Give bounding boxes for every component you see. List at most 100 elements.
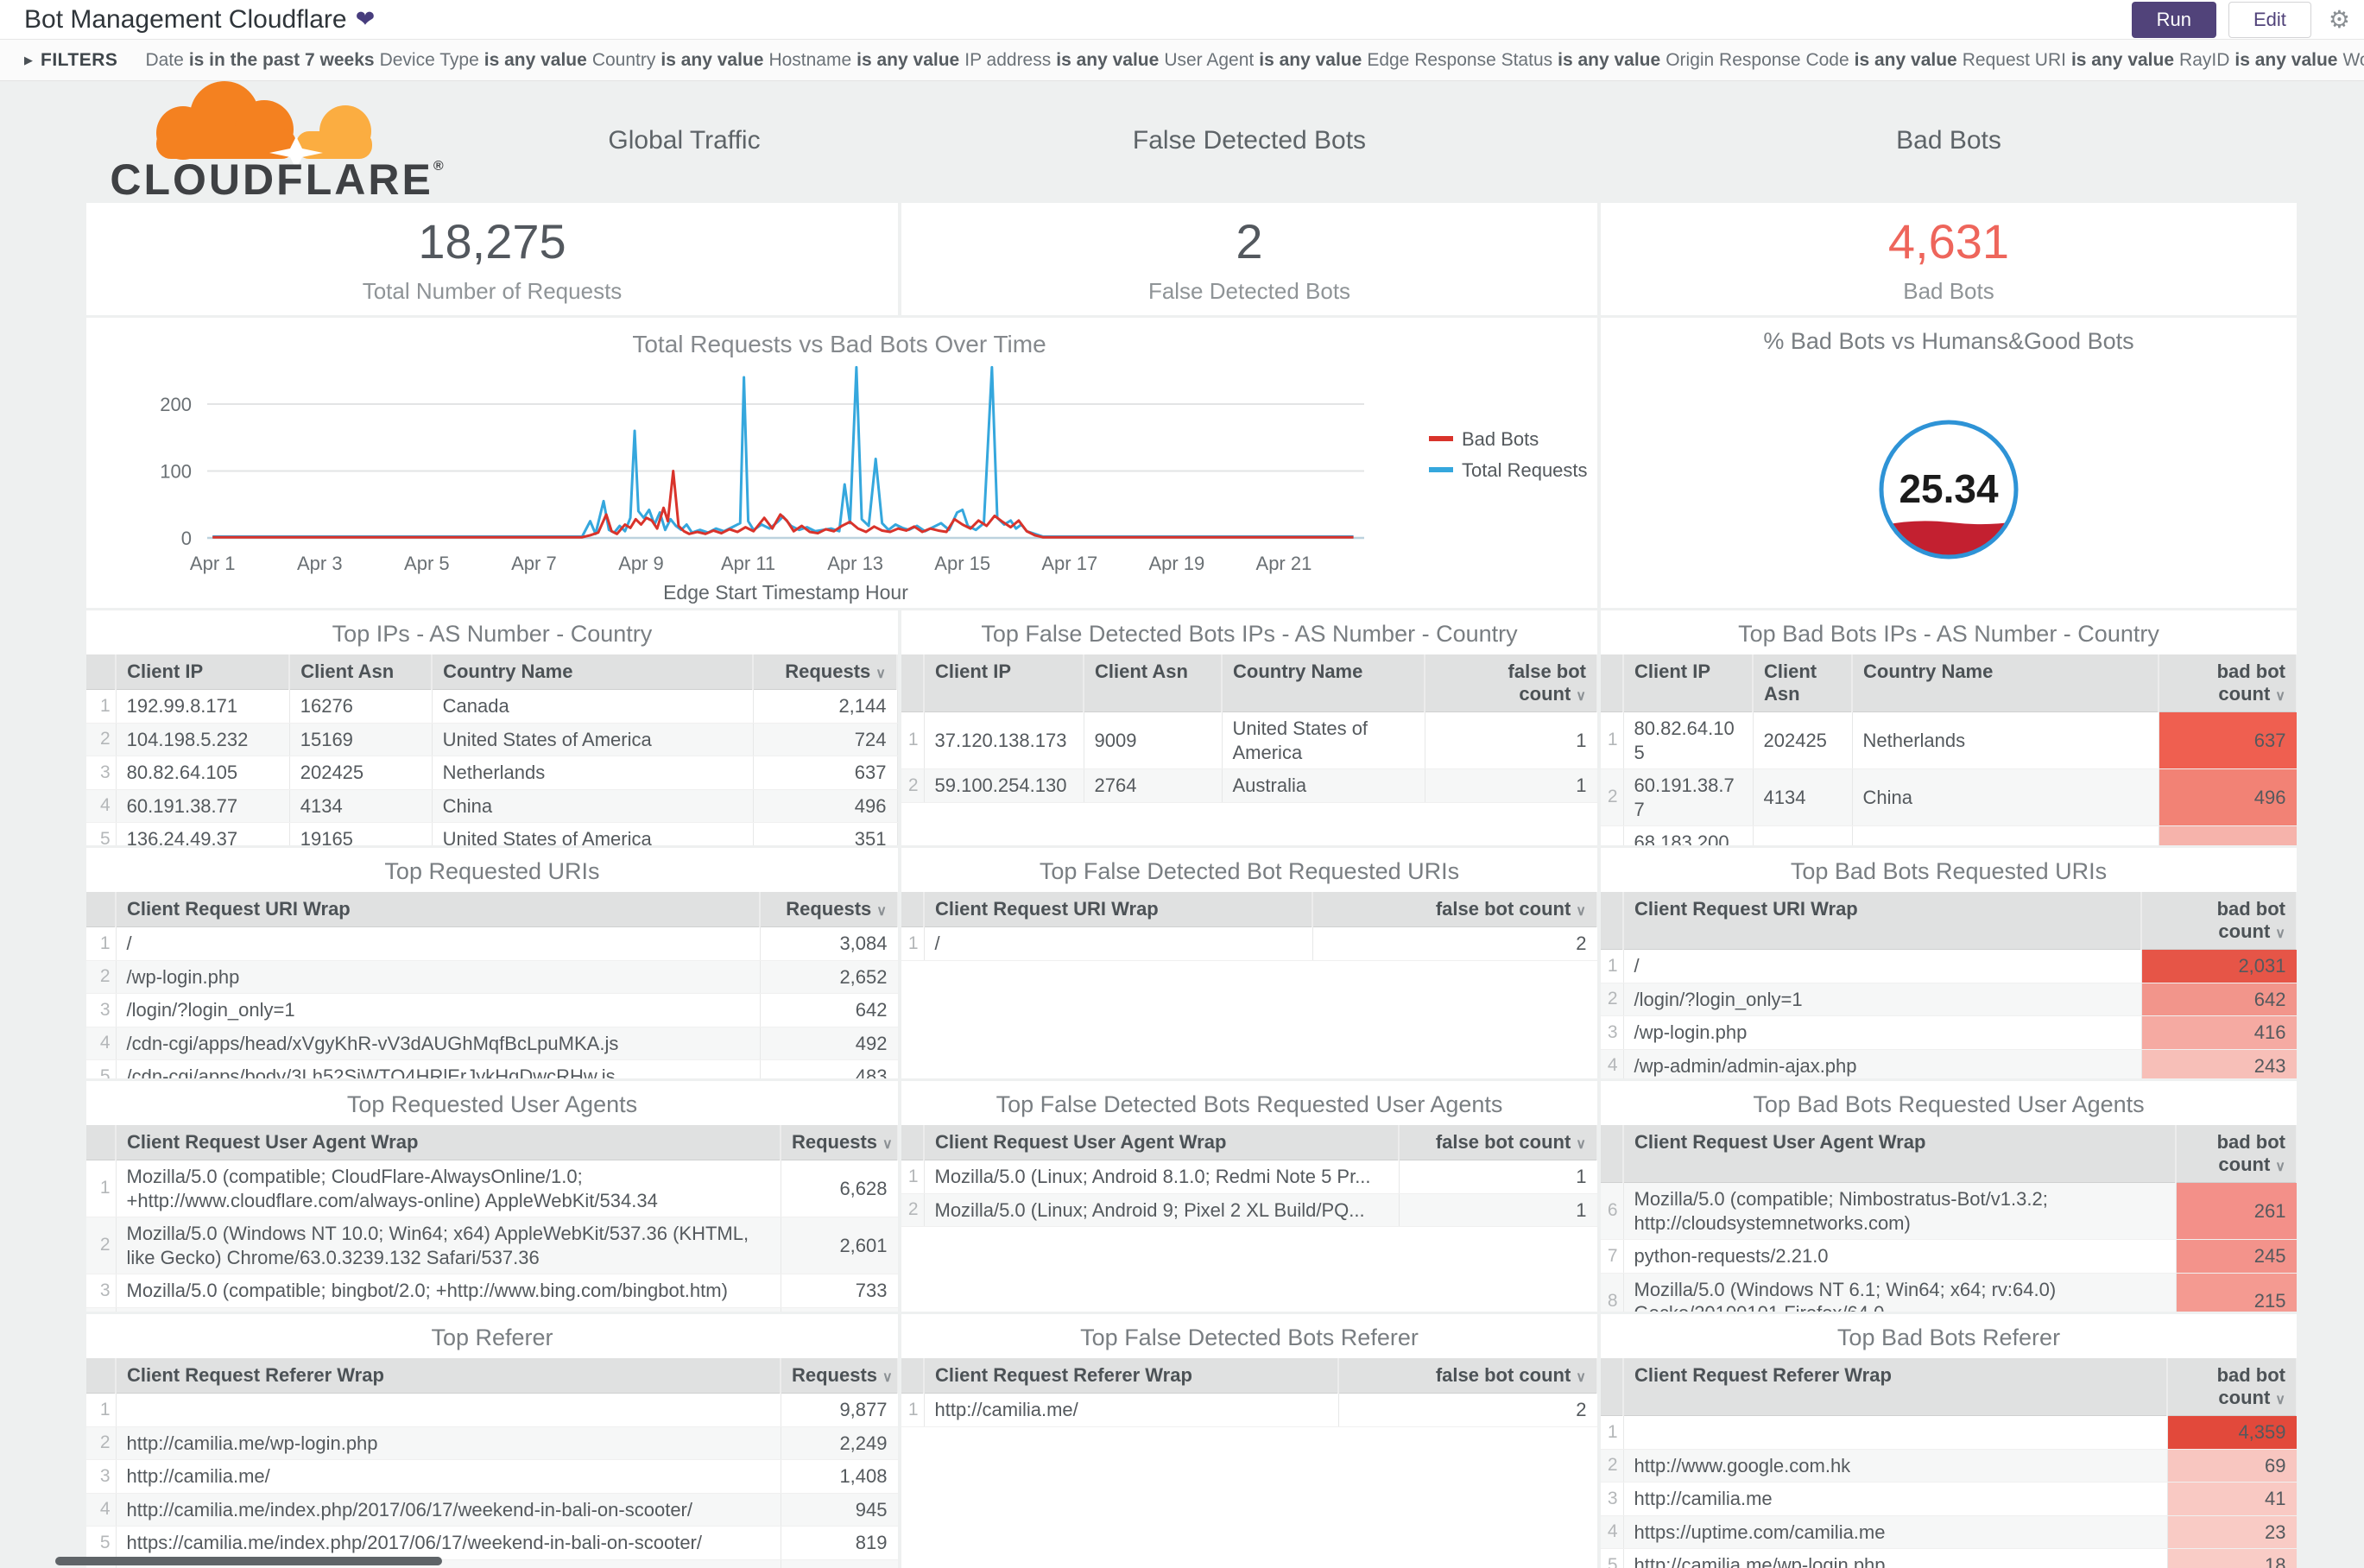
column-header-client-request-uri-wrap[interactable]: Client Request URI Wrap	[924, 892, 1313, 927]
table-row[interactable]: 368.183.200.16714061Canada237	[1601, 825, 2297, 845]
row-index: 2	[901, 768, 925, 803]
column-header-client-request-user-agent-wrap[interactable]: Client Request User Agent Wrap	[924, 1125, 1400, 1160]
filter-item-rayid[interactable]: RayID is any value	[2179, 50, 2337, 70]
edit-button[interactable]: Edit	[2228, 1, 2311, 38]
row-index-header	[86, 1125, 117, 1160]
dimension-cell: 4134	[1753, 768, 1853, 826]
column-header-client-ip[interactable]: Client IP	[1623, 654, 1754, 712]
table-row[interactable]: 1 37.120.138.173 9009 United States of Amer…	[901, 711, 1597, 769]
table-row[interactable]: 5 http://camilia.me/wp-login.php 18	[1601, 1548, 2297, 1568]
filter-item-date[interactable]: Date is in the past 7 weeks	[145, 50, 374, 70]
column-header-false-bot-count[interactable]: false bot count ∨	[1312, 892, 1597, 927]
column-header-false-bot-count[interactable]: false bot count ∨	[1425, 654, 1597, 712]
column-header-client-request-referer-wrap[interactable]: Client Request Referer Wrap	[1623, 1358, 2168, 1416]
dimension-cell: 59.100.254.130	[924, 768, 1084, 803]
dimension-cell: /cdn-cgi/apps/head/xVgyKhR-vV3dAUGhMqfBc…	[116, 1027, 761, 1060]
column-header-client-ip[interactable]: Client IP	[116, 654, 291, 690]
table-row[interactable]: 4 http://camilia.me/index.php/2017/06/17/…	[86, 1493, 898, 1527]
filter-item-worker-subrequest[interactable]: Worker Subrequestis...	[2342, 50, 2364, 70]
table-row[interactable]: 1 192.99.8.171 16276 Canada 2,144	[86, 689, 898, 724]
table-row[interactable]: 1/3,084	[86, 926, 898, 961]
column-header-requests[interactable]: Requests ∨	[760, 892, 898, 927]
column-header-client-request-uri-wrap[interactable]: Client Request URI Wrap	[1623, 892, 2142, 950]
table-row[interactable]: 1 Mozilla/5.0 (compatible; CloudFlare-Alw…	[86, 1160, 898, 1217]
column-header-client-request-uri-wrap[interactable]: Client Request URI Wrap	[116, 892, 761, 927]
filters-toggle[interactable]: ▶ FILTERS	[24, 50, 117, 71]
table-row[interactable]: 4/wp-admin/admin-ajax.php 243	[1601, 1049, 2297, 1078]
column-header-requests[interactable]: Requests ∨	[753, 654, 898, 690]
filter-item-country[interactable]: Country is any value	[592, 50, 764, 70]
table-row[interactable]: 5 136.24.49.37 19165 United States of Ameri…	[86, 822, 898, 845]
column-header-client-asn[interactable]: Client Asn	[289, 654, 433, 690]
dimension-cell: Netherlands	[1852, 711, 2159, 769]
column-header-bad-bot-count[interactable]: bad bot count ∨	[2141, 892, 2297, 950]
measure-cell: 1	[1425, 768, 1597, 803]
table-row[interactable]: 1/2	[901, 926, 1597, 961]
table-row[interactable]: 8 Mozilla/5.0 (Windows NT 6.1; Win64; x64…	[1601, 1273, 2297, 1312]
row-index: 8	[1601, 1273, 1624, 1312]
column-header-client-ip[interactable]: Client IP	[924, 654, 1084, 712]
table-row[interactable]: 3 http://camilia.me/1,408	[86, 1459, 898, 1494]
column-header-false-bot-count[interactable]: false bot count ∨	[1338, 1358, 1597, 1394]
table-row[interactable]: 1 Mozilla/5.0 (Linux; Android 8.1.0; Redm…	[901, 1160, 1597, 1194]
horizontal-scrollbar-thumb[interactable]	[55, 1557, 442, 1565]
filter-item-hostname[interactable]: Hostname is any value	[768, 50, 959, 70]
table-row[interactable]: 4/cdn-cgi/apps/head/xVgyKhR-vV3dAUGhMqfB…	[86, 1027, 898, 1060]
column-header-requests[interactable]: Requests ∨	[781, 1358, 898, 1394]
filter-item-request-uri[interactable]: Request URI is any value	[1963, 50, 2174, 70]
table-row[interactable]: 3 Mozilla/5.0 (compatible; bingbot/2.0; +…	[86, 1274, 898, 1308]
column-header-requests[interactable]: Requests ∨	[781, 1125, 898, 1160]
legend-item-total-requests[interactable]: Total Requests	[1429, 459, 1588, 481]
column-header-client-asn[interactable]: Client Asn	[1753, 654, 1853, 712]
table-row[interactable]: 3/login/?login_only=1 642	[86, 993, 898, 1027]
table-row[interactable]: 7 python-requests/2.21.0 245	[1601, 1239, 2297, 1274]
column-header-bad-bot-count[interactable]: bad bot count ∨	[2167, 1358, 2297, 1416]
column-header-client-request-referer-wrap[interactable]: Client Request Referer Wrap	[116, 1358, 781, 1394]
measure-cell: 6,628	[781, 1160, 898, 1217]
row-index: 3	[86, 993, 117, 1027]
table-row[interactable]: 1 4,359	[1601, 1415, 2297, 1450]
table-row[interactable]: 4 https://uptime.com/camilia.me 23	[1601, 1515, 2297, 1549]
run-button[interactable]: Run	[2131, 1, 2216, 38]
table-row[interactable]: 3/wp-login.php 416	[1601, 1015, 2297, 1050]
table-row[interactable]: 5/cdn-cgi/apps/body/3Lh52SjWTQ4HRlErJykH…	[86, 1059, 898, 1078]
filter-item-device-type[interactable]: Device Type is any value	[380, 50, 587, 70]
measure-cell: 1,408	[781, 1459, 898, 1494]
table-row[interactable]: 3 80.82.64.105 202425 Netherlands 637	[86, 756, 898, 790]
filter-item-origin-response-code[interactable]: Origin Response Code is any value	[1666, 50, 1957, 70]
table-row[interactable]: 2 http://www.google.com.hk 69	[1601, 1449, 2297, 1483]
table-row[interactable]: 2 59.100.254.130 2764 Australia 1	[901, 768, 1597, 803]
table-row[interactable]: 1 http://camilia.me/2	[901, 1393, 1597, 1427]
column-header-bad-bot-count[interactable]: bad bot count ∨	[2176, 1125, 2297, 1183]
table-row[interactable]: 1/2,031	[1601, 949, 2297, 983]
table-row[interactable]: 2/login/?login_only=1 642	[1601, 983, 2297, 1016]
card-title: Top Requested URIs	[384, 858, 600, 884]
column-header-country-name[interactable]: Country Name	[1852, 654, 2159, 712]
column-header-client-asn[interactable]: Client Asn	[1084, 654, 1223, 712]
column-header-country-name[interactable]: Country Name	[1222, 654, 1425, 712]
column-header-client-request-user-agent-wrap[interactable]: Client Request User Agent Wrap	[1623, 1125, 2177, 1183]
table-row[interactable]: 2 Mozilla/5.0 (Windows NT 10.0; Win64; x6…	[86, 1217, 898, 1274]
table-row[interactable]: 5 https://camilia.me/index.php/2017/06/17…	[86, 1526, 898, 1560]
table-row[interactable]: 1 80.82.64.105 202425 Netherlands 637	[1601, 711, 2297, 769]
table-row[interactable]: 2 Mozilla/5.0 (Linux; Android 9; Pixel 2 …	[901, 1193, 1597, 1227]
filter-item-edge-response-status[interactable]: Edge Response Status is any value	[1367, 50, 1660, 70]
table-row[interactable]: 2 http://camilia.me/wp-login.php 2,249	[86, 1426, 898, 1460]
table-row[interactable]: 2 60.191.38.77 4134 China 496	[1601, 768, 2297, 826]
column-header-country-name[interactable]: Country Name	[432, 654, 755, 690]
column-header-bad-bot-count[interactable]: bad bot count ∨	[2159, 654, 2297, 712]
table-row[interactable]: 4 60.191.38.77 4134 China 496	[86, 789, 898, 823]
filter-item-ip-address[interactable]: IP address is any value	[964, 50, 1159, 70]
column-header-client-request-user-agent-wrap[interactable]: Client Request User Agent Wrap	[116, 1125, 781, 1160]
table-row[interactable]: 4 681	[86, 1307, 898, 1312]
table-row[interactable]: 2 104.198.5.232 15169 United States of Amer…	[86, 723, 898, 756]
legend-item-bad-bots[interactable]: Bad Bots	[1429, 428, 1539, 450]
table-row[interactable]: 3 http://camilia.me 41	[1601, 1482, 2297, 1516]
gear-icon[interactable]: ⚙	[2329, 5, 2350, 34]
column-header-false-bot-count[interactable]: false bot count ∨	[1399, 1125, 1597, 1160]
table-row[interactable]: 1 9,877	[86, 1393, 898, 1427]
table-row[interactable]: 6 Mozilla/5.0 (compatible; Nimbostratus-B…	[1601, 1182, 2297, 1240]
column-header-client-request-referer-wrap[interactable]: Client Request Referer Wrap	[924, 1358, 1339, 1394]
table-row[interactable]: 2/wp-login.php 2,652	[86, 960, 898, 994]
filter-item-user-agent[interactable]: User Agent is any value	[1164, 50, 1362, 70]
